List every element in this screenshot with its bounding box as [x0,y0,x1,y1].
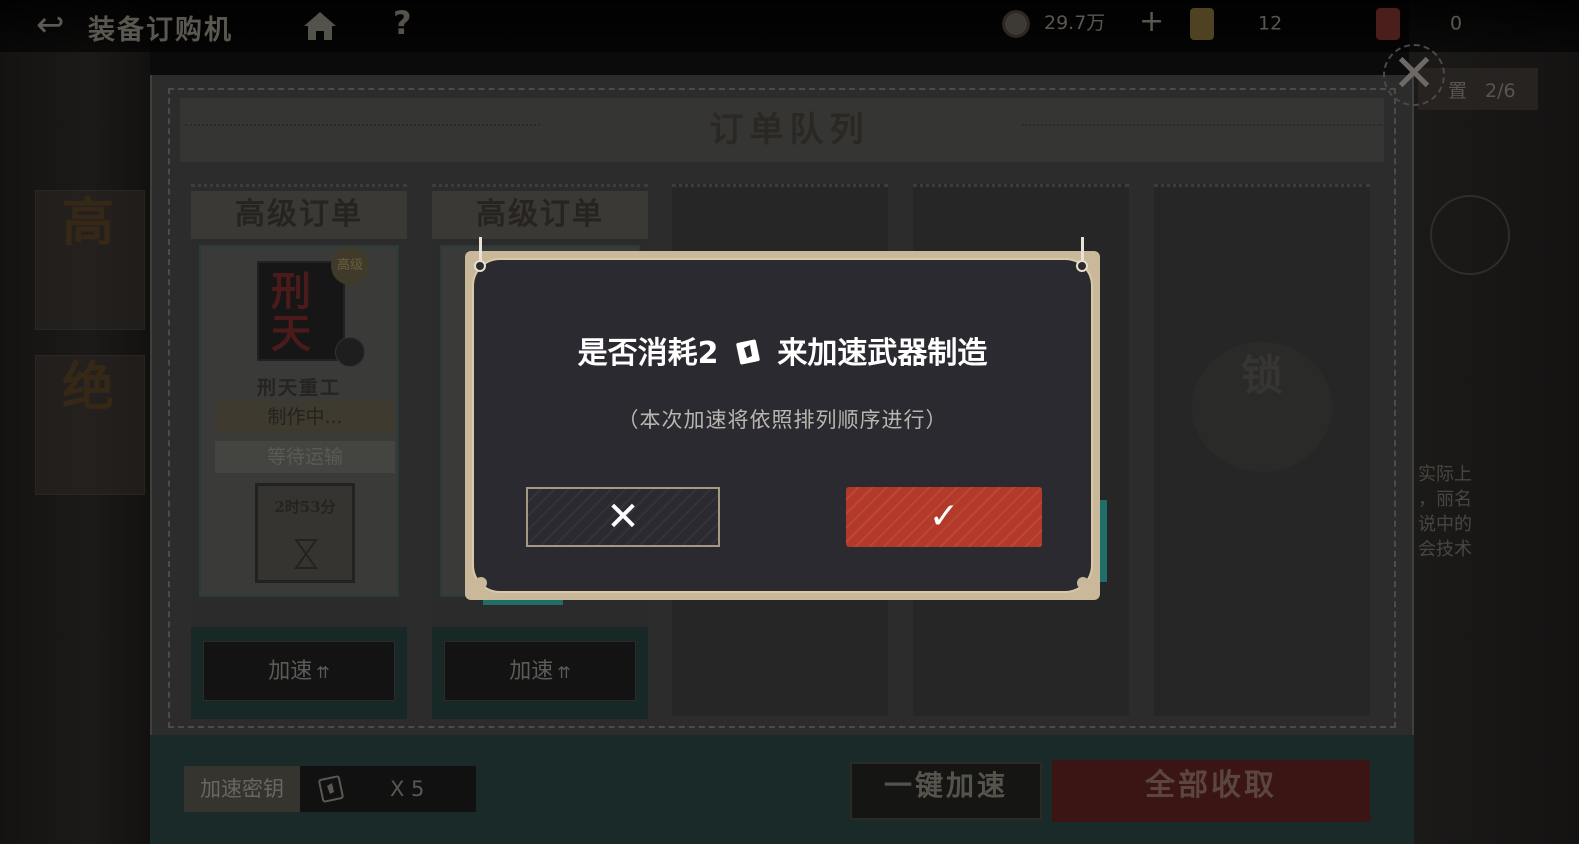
corner-dot-right [1077,577,1089,589]
order-slot-1: 高级订单 刑 天 高级 刑天重工 制作中... 等待运输 2时53分 加速 ⇈ [191,184,407,719]
coin-amount: 29.7万 [1044,12,1106,34]
cancel-button[interactable]: ✕ [526,487,720,547]
dialog-subtitle: （本次加速将依照排列顺序进行） [617,408,948,432]
order-slot-5-locked: 锁 [1154,184,1370,716]
speed-up-button[interactable]: 加速 ⇈ [203,641,395,701]
gold-amount: 12 [1258,12,1283,35]
slot-footer: 加速 ⇈ [191,627,407,719]
pin-right [1076,260,1088,272]
order-card[interactable]: 刑 天 高级 刑天重工 制作中... 等待运输 2时53分 [199,245,399,597]
double-chevron-up-icon: ⇈ [557,663,571,682]
red-amount: 0 [1450,12,1463,35]
item-image: 刑 天 [257,261,345,361]
close-icon[interactable]: ✕ [1383,44,1445,106]
speed-key-count: X 5 [390,777,425,801]
gold-ticket-icon [1190,8,1214,40]
red-ticket-icon [1376,8,1400,40]
bg-right-button-count: 2/6 [1485,80,1516,102]
timer-text: 2时53分 [274,498,336,516]
back-arrow-icon[interactable]: ↩ [36,6,82,44]
status-making: 制作中... [215,401,395,433]
speed-key-label: 加速密钥 [184,766,300,812]
checkmark-icon: ✓ [928,496,960,537]
double-chevron-up-icon: ⇈ [316,663,330,682]
item-art-text: 刑 天 [271,268,311,357]
hourglass-icon [294,539,318,569]
app-title: 装备订购机 [88,15,233,46]
emblem-icon [335,337,365,367]
speed-key-icon [318,775,344,803]
corner-dot-left [475,577,487,589]
home-icon[interactable] [300,6,340,46]
dialog-title-suffix: 来加速武器制造 [777,336,988,371]
speed-key-counter: X 5 [300,766,476,812]
bg-right-text: 实际上 ，丽名 说中的 会技术 [1418,464,1472,560]
dialog-title-prefix: 是否消耗2 [577,336,719,371]
speed-up-label: 加速 [268,659,313,684]
slot-label: 高级订单 [432,191,648,239]
speed-up-button[interactable]: 加速 ⇈ [444,641,636,701]
collect-all-button[interactable]: 全部收取 [1052,760,1370,822]
coin-icon [1002,9,1030,38]
lock-icon: 锁 [1192,342,1332,472]
slot-footer: 加速 ⇈ [432,627,648,719]
bg-side-char-1: 高 [62,192,115,253]
bg-right-button-label: 置 [1448,80,1468,102]
status-waiting: 等待运输 [215,441,395,473]
grade-badge: 高级 [331,247,369,285]
bg-side-char-2: 绝 [62,357,115,418]
pin-left [474,260,486,272]
speed-up-all-button[interactable]: 一键加速 [850,762,1042,820]
panel-title: 订单队列 [709,110,870,150]
timer-box: 2时53分 [255,483,355,583]
add-coin-button[interactable]: + [1139,4,1164,39]
bg-right-circle [1430,195,1510,275]
speed-key-icon [736,339,760,365]
gold-resource: 12 [1190,8,1283,40]
top-bar [0,0,1579,52]
item-name: 刑天重工 [256,377,341,399]
speed-up-label: 加速 [509,659,554,684]
help-icon[interactable]: ? [393,4,412,42]
coin-resource: 29.7万 [1002,8,1105,38]
dialog-title: 是否消耗2 来加速武器制造 [472,328,1093,372]
red-resource: 0 [1376,8,1463,40]
close-icon: ✕ [606,494,640,540]
slot-label: 高级订单 [191,191,407,239]
confirm-button[interactable]: ✓ [846,487,1042,547]
